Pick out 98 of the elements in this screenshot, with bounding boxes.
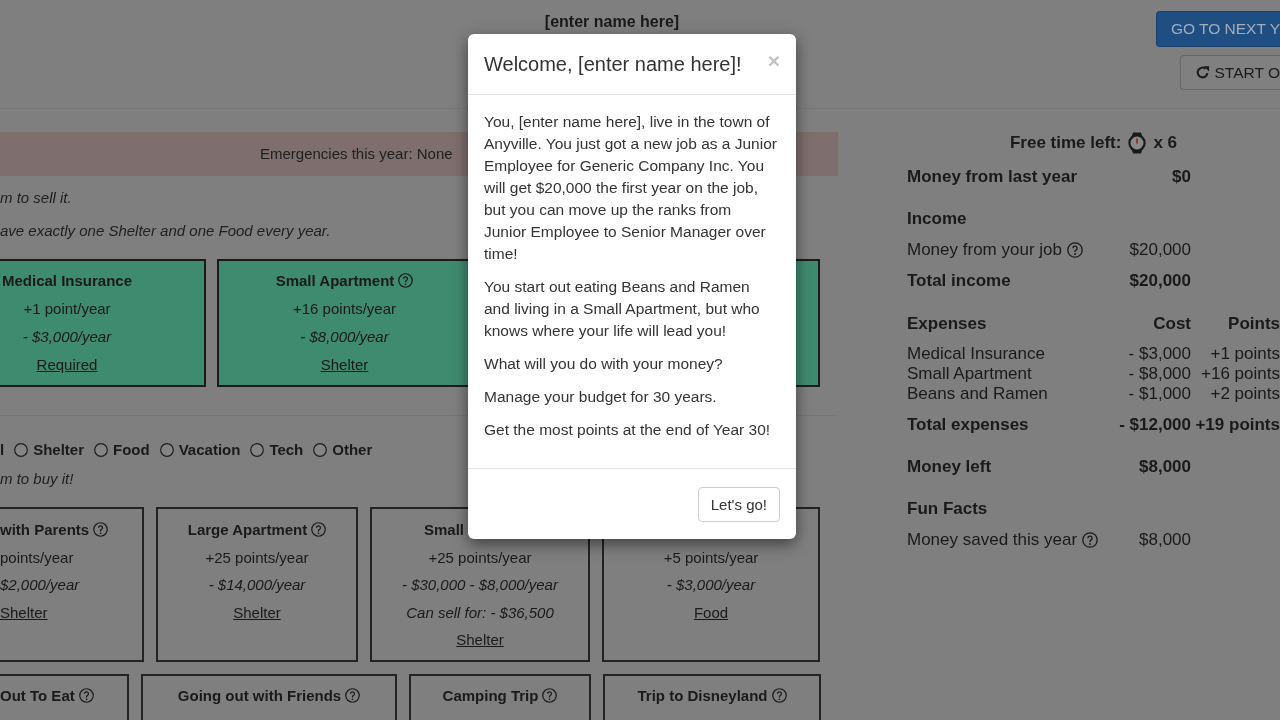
item-card[interactable]: Large Apartment +25 points/year - $14,000/year Shelter — [156, 507, 358, 662]
summary-value: $20,000 — [1129, 239, 1191, 261]
item-points: +25 points/year — [205, 548, 309, 566]
item-title: Out To Eat — [0, 687, 75, 704]
item-card[interactable]: Out To Eat — [0, 674, 129, 720]
category-link[interactable]: Required — [36, 356, 98, 373]
item-cost: $2,000/year — [0, 576, 80, 593]
filter-label[interactable]: l — [0, 439, 5, 461]
filter-radio[interactable]: Shelter — [14, 439, 85, 461]
modal-text: Manage your budget for 30 years. — [484, 387, 718, 407]
category-link[interactable]: Shelter — [233, 603, 281, 621]
item-title: Small Apartment — [275, 272, 395, 289]
item-title: Small — [424, 521, 465, 538]
item-title: Large Apartment — [187, 521, 308, 538]
player-name: [enter name here] — [544, 13, 680, 30]
item-cost: - $30,000 - $8,000/year — [402, 576, 558, 593]
expense-points: +2 points — [1209, 384, 1280, 404]
radio-icon[interactable] — [159, 443, 174, 457]
free-time-label: Free time left: — [1009, 132, 1122, 154]
item-card[interactable]: Going out with Friends — [141, 674, 397, 720]
expense-cost: - $8,000 — [1128, 364, 1191, 384]
category-link[interactable]: Food — [693, 603, 729, 621]
modal-text: Get the most points at the end of Year 30! — [484, 420, 772, 440]
help-icon[interactable] — [1082, 532, 1099, 548]
lets-go-button[interactable]: Let's go! — [697, 487, 780, 522]
item-points: +1 point/year — [23, 300, 111, 317]
help-icon[interactable] — [542, 688, 558, 703]
summary-label: Total expenses — [907, 414, 1030, 436]
help-icon[interactable] — [78, 688, 94, 703]
item-points: +25 points/year — [428, 548, 532, 566]
radio-icon[interactable] — [94, 443, 109, 457]
help-icon[interactable] — [771, 688, 787, 703]
radio-icon[interactable] — [14, 443, 29, 457]
summary-value: - $12,000 — [1119, 414, 1191, 436]
summary-heading: Fun Facts — [907, 498, 989, 520]
item-points: +5 points/year — [663, 548, 759, 566]
summary-heading: Expenses — [907, 313, 988, 335]
help-icon[interactable] — [311, 522, 327, 537]
instruction-text: m to buy it! — [0, 470, 74, 487]
summary-value: +19 points — [1194, 414, 1280, 436]
item-card[interactable]: Medical Insurance +1 point/year - $3,000/year Required — [0, 259, 206, 387]
instruction-text: ave exactly one Shelter and one Food every year. — [0, 222, 331, 239]
expense-cost: - $3,000 — [1128, 344, 1191, 364]
category-link[interactable]: Shelter — [0, 603, 48, 621]
category-link[interactable]: Shelter — [320, 356, 369, 373]
stopwatch-icon — [1127, 132, 1148, 154]
summary-label: Money left — [907, 456, 993, 478]
help-icon[interactable] — [345, 688, 361, 703]
help-icon[interactable] — [398, 273, 414, 288]
filter-radio[interactable]: Food — [94, 439, 150, 461]
item-points: points/year — [0, 548, 74, 566]
item-sell-price: Can sell for: - $36,500 — [406, 603, 554, 621]
summary-heading: Income — [907, 208, 968, 230]
item-title: Camping Trip — [442, 687, 539, 704]
item-cost: - $3,000/year — [22, 328, 112, 345]
radio-icon[interactable] — [313, 443, 328, 457]
summary-label: Money saved this year — [907, 530, 1078, 549]
expense-points: +16 points — [1200, 364, 1280, 384]
filter-radio[interactable]: Tech — [250, 439, 304, 461]
item-title: with Parents — [0, 521, 90, 538]
item-points: +16 points/year — [293, 300, 396, 317]
free-time-count: x 6 — [1153, 132, 1178, 154]
item-card[interactable]: Camping Trip — [409, 674, 591, 720]
modal-title: Welcome, [enter name here]! — [484, 52, 742, 77]
start-over-button[interactable]: START O — [1179, 55, 1280, 90]
radio-icon[interactable] — [250, 443, 265, 457]
expense-points: +1 points — [1209, 344, 1280, 364]
summary-value: $20,000 — [1129, 270, 1191, 292]
item-card[interactable]: with Parents points/year $2,000/year Shelter — [0, 507, 144, 662]
filter-radio[interactable]: Other — [313, 439, 373, 461]
expense-cost: - $1,000 — [1128, 384, 1191, 404]
modal-text: What will you do with your money? — [484, 354, 724, 374]
item-title: Trip to Disneyland — [637, 687, 768, 704]
item-title: Going out with Friends — [177, 687, 342, 704]
summary-value: $8,000 — [1139, 456, 1191, 478]
modal-text: You start out eating Beans and Ramen and living in a Small Apartment, but who knows where your life will lead you! — [484, 277, 761, 341]
help-icon[interactable] — [93, 522, 109, 537]
summary-label: Money from last year — [907, 166, 1079, 188]
filter-radio[interactable]: Vacation — [159, 439, 241, 461]
help-icon[interactable] — [1066, 242, 1083, 258]
expense-name: Beans and Ramen — [907, 384, 1049, 404]
summary-value: $0 — [1172, 166, 1191, 188]
item-card[interactable]: Trip to Disneyland — [603, 674, 821, 720]
summary-label: Total income — [907, 270, 1012, 292]
refresh-icon — [1194, 65, 1210, 80]
item-cost: - $3,000/year — [666, 576, 756, 593]
item-title: Medical Insurance — [1, 272, 133, 289]
expense-name: Small Apartment — [907, 364, 1033, 384]
item-cost: - $8,000/year — [300, 328, 389, 345]
summary-value: $8,000 — [1139, 529, 1191, 551]
item-cost: - $14,000/year — [208, 576, 306, 593]
column-heading: Cost — [1153, 313, 1191, 335]
instruction-text: m to sell it. — [0, 189, 72, 206]
summary-label: Money from your job — [907, 240, 1062, 259]
expense-name: Medical Insurance — [907, 344, 1046, 364]
next-year-button[interactable]: GO TO NEXT Y — [1155, 11, 1280, 47]
category-link[interactable]: Shelter — [456, 631, 504, 648]
column-heading: Points — [1227, 313, 1280, 335]
